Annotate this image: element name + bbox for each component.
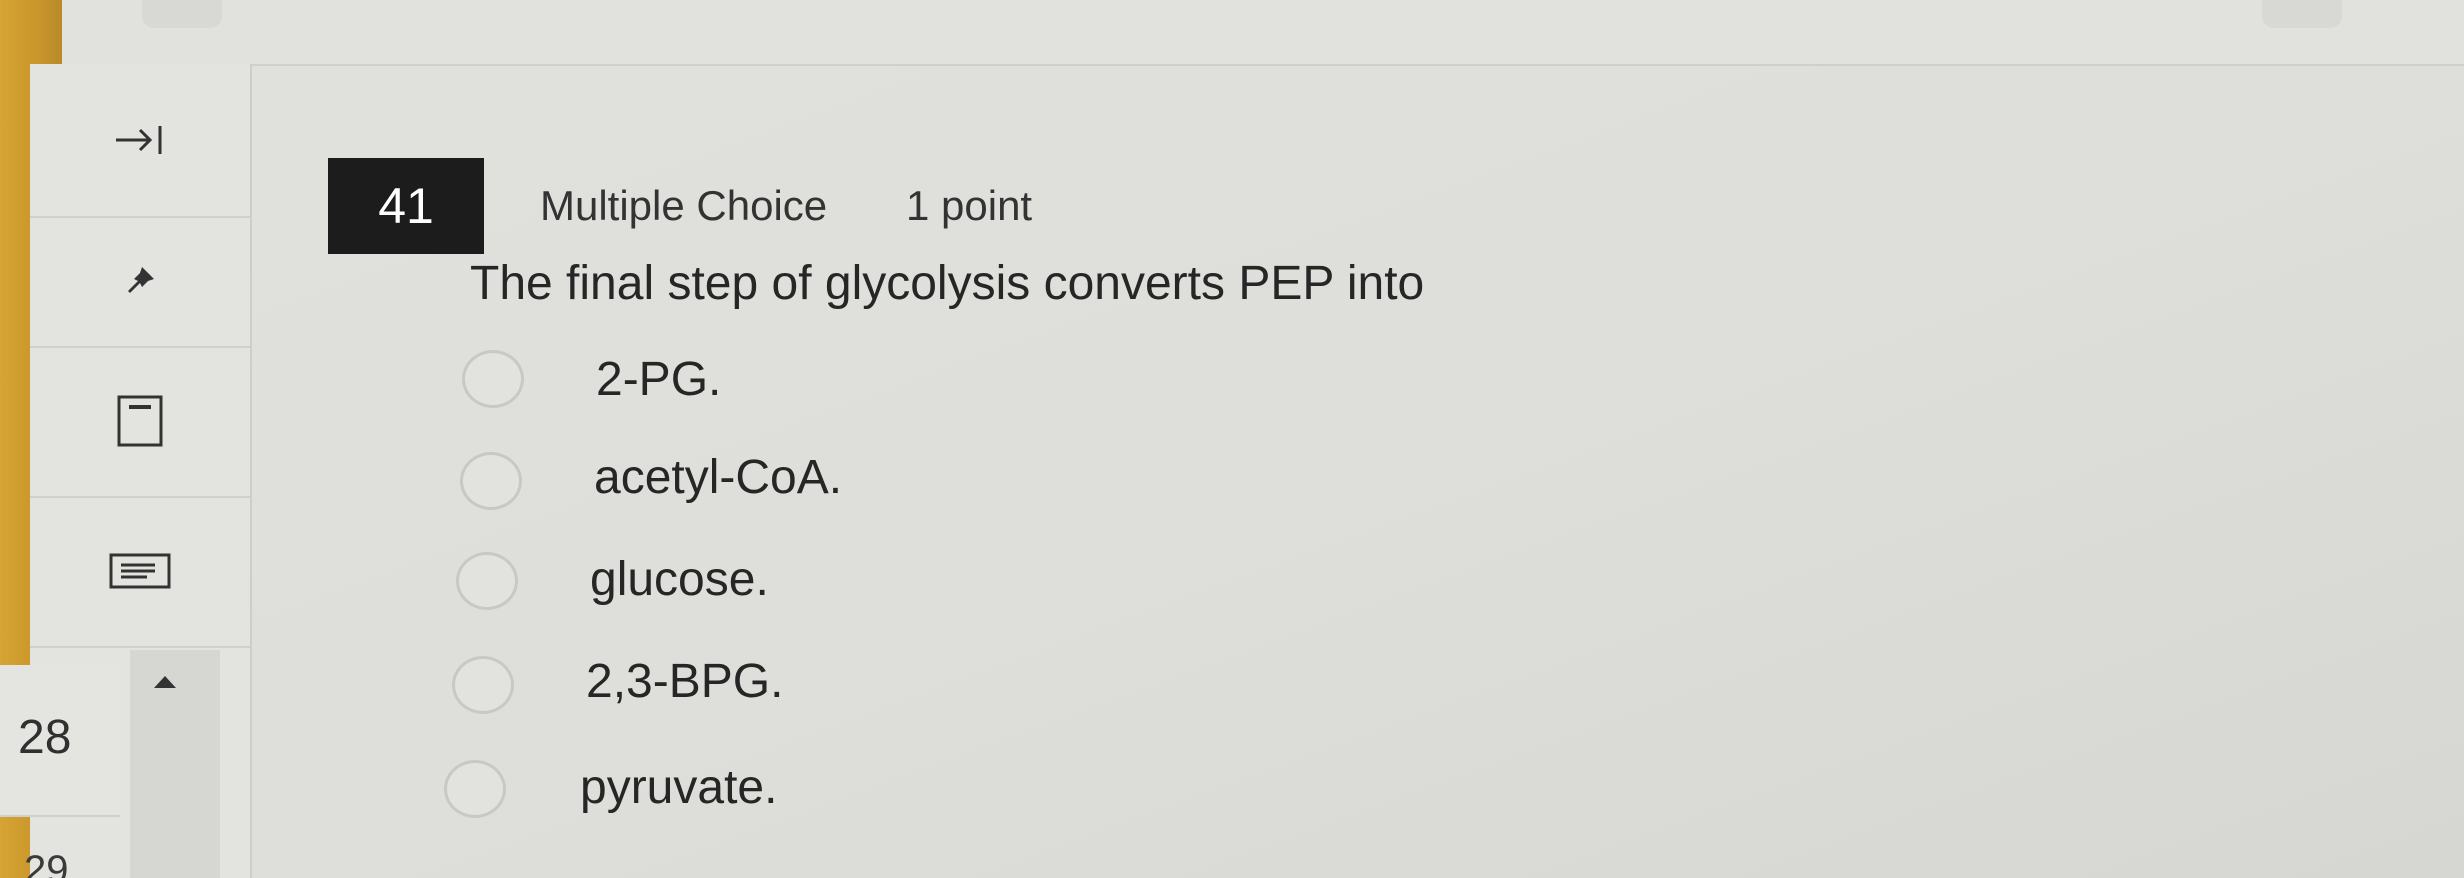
answer-option[interactable] [462, 350, 524, 408]
radio-button[interactable] [452, 656, 514, 714]
answer-option-label[interactable]: 2,3-BPG. [586, 654, 783, 709]
pin-icon [128, 267, 154, 293]
radio-button[interactable] [462, 350, 524, 408]
answer-option[interactable] [452, 656, 514, 714]
question-prompt: The final step of glycolysis converts PE… [470, 257, 1425, 310]
notes-button[interactable] [30, 496, 250, 648]
question-type: Multiple Choice [540, 182, 828, 229]
calculator-button[interactable] [30, 346, 250, 498]
radio-button[interactable] [456, 552, 518, 610]
answer-option[interactable] [460, 452, 522, 510]
calculator-icon [117, 395, 163, 447]
question-number-badge: 41 [328, 158, 484, 254]
question-points: 1 point [906, 182, 1033, 229]
question-nav-current[interactable]: 28 [18, 710, 71, 765]
notepad-icon [109, 553, 171, 589]
scroll-up-icon[interactable] [150, 672, 180, 692]
answer-option-label[interactable]: 2-PG. [596, 352, 721, 407]
top-bar [62, 0, 2464, 66]
answer-option[interactable] [456, 552, 518, 610]
answer-option-label[interactable]: glucose. [590, 552, 769, 607]
answer-option-label[interactable]: acetyl-CoA. [594, 450, 842, 505]
pin-button[interactable] [30, 216, 250, 348]
top-control[interactable] [142, 0, 222, 28]
answer-option[interactable] [444, 760, 506, 818]
collapse-arrow-icon [116, 126, 162, 154]
radio-button[interactable] [460, 452, 522, 510]
collapse-panel-button[interactable] [30, 64, 250, 218]
question-nav-next[interactable]: 29 [24, 848, 69, 878]
radio-button[interactable] [444, 760, 506, 818]
answer-option-label[interactable]: pyruvate. [580, 760, 777, 815]
top-control[interactable] [2262, 0, 2342, 28]
